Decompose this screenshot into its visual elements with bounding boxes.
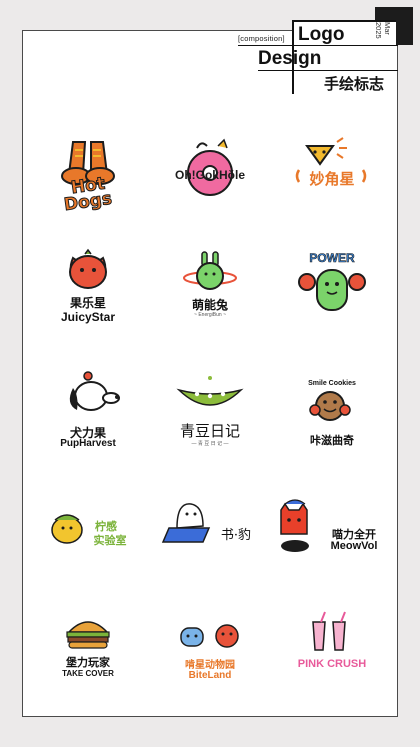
header-rule [258, 70, 398, 71]
logo-ohgokhole-text: Oh!GokHŏle [174, 168, 245, 182]
composition-tag: [composition] [238, 34, 285, 43]
logo-meowvol-en: MeowVol [330, 540, 378, 552]
logo-shubao-text: 书·豹 [220, 528, 252, 543]
logo-juicystar-cn: 果乐星 [69, 296, 106, 310]
logo-energibun-cn: 萌能兔 [191, 298, 228, 312]
logo-energibun-en: ~ EnergiBun ~ [194, 312, 226, 318]
logo-qingdou: 青豆日记 — 青 豆 日 记 — [155, 368, 265, 478]
logo-energibun: 萌能兔 ~ EnergiBun ~ [155, 248, 265, 358]
logo-pupharvest: 犬力果 PupHarvest [33, 368, 143, 478]
logo-pupharvest-en: PupHarvest [60, 438, 116, 449]
logo-biteland: 啃星动物园 BiteLand [155, 608, 265, 718]
logo-qingdou-sub: — 青 豆 日 记 — [191, 441, 229, 447]
logo-qingdou-text: 青豆日记 [179, 422, 240, 440]
logo-biteland-en: BiteLand [188, 670, 232, 681]
logo-juicystar-en: JuicyStar [60, 310, 116, 324]
logo-take-cover: 堡力玩家 TAKE COVER [33, 608, 143, 718]
logo-lemon-lab: 柠感 实验室 [33, 488, 143, 598]
logo-biteland-cn: 啃星动物园 [185, 660, 235, 671]
title-logo: Logo [298, 24, 345, 45]
logo-hot-dogs: Hot Dogs [33, 128, 143, 238]
logo-smile-cookies-cn: 咔滋曲奇 [310, 435, 354, 447]
logo-meowvol: 喵力全开 MeowVol [277, 488, 387, 598]
logo-pink-crush: PINK CRUSH [277, 608, 387, 718]
date-label: Mar 2025 [374, 22, 392, 39]
logo-smile-cookies: Smile Cookies 咔滋曲奇 [277, 368, 387, 478]
logo-lemon-line2: 实验室 [93, 535, 127, 547]
logo-miaojiaoxing: 妙角星 [277, 128, 387, 238]
logo-pink-crush-text: PINK CRUSH [297, 658, 367, 670]
logo-shubao: 书·豹 [155, 488, 265, 598]
logo-take-cover-en: TAKE COVER [62, 669, 114, 678]
logo-smile-cookies-arc: Smile Cookies [308, 380, 356, 387]
logo-power-text: POWER [309, 251, 355, 266]
logo-take-cover-cn: 堡力玩家 [66, 657, 110, 669]
logo-juicystar: 果乐星 JuicyStar [33, 248, 143, 358]
logo-ohgokhole: Oh!GokHŏle [155, 128, 265, 238]
logo-power: POWER [277, 248, 387, 358]
title-design: Design [258, 48, 322, 69]
logo-miaojiaoxing-text: 妙角星 [309, 171, 355, 188]
subtitle-cn: 手绘标志 [324, 76, 385, 93]
